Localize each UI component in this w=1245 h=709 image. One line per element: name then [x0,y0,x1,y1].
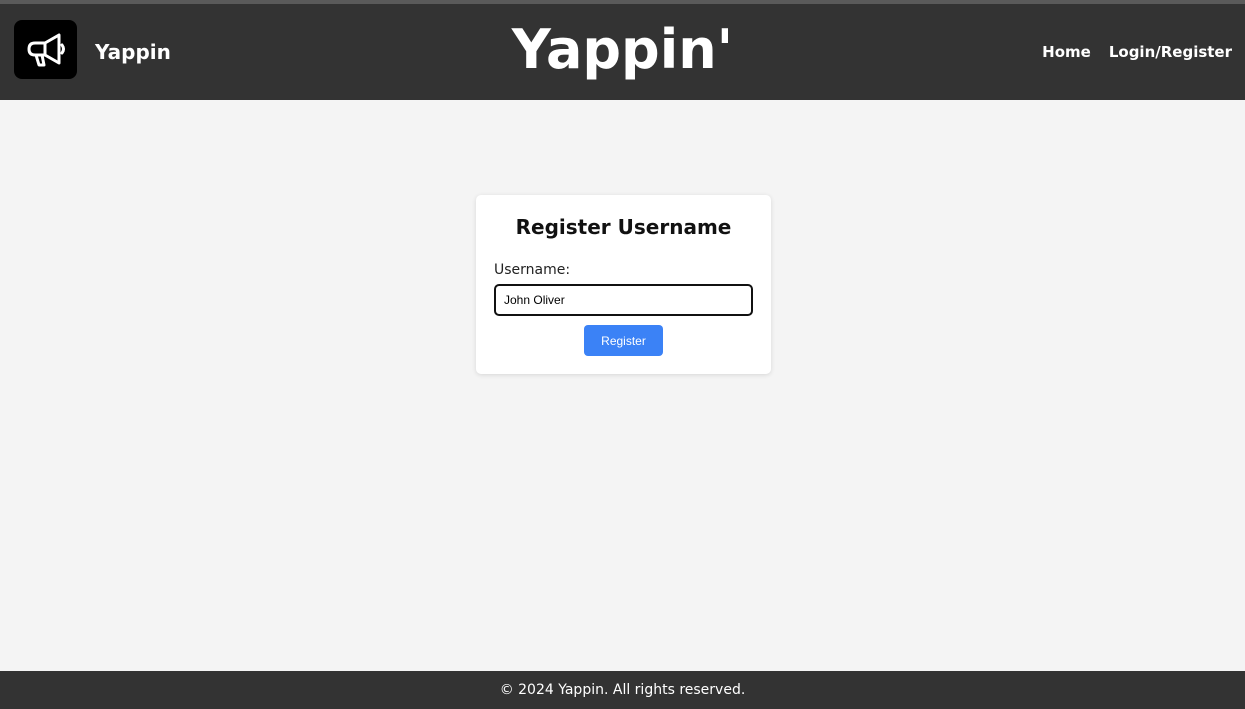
brand-name[interactable]: Yappin [95,40,171,64]
register-card: Register Username Username: Register [476,195,771,374]
nav-link-login-register[interactable]: Login/Register [1109,43,1232,61]
username-label: Username: [494,262,571,278]
site-logo[interactable] [14,20,77,79]
main-nav: Home Login/Register [1042,43,1232,61]
megaphone-icon [27,33,65,66]
copyright-text: © 2024 Yappin. All rights reserved. [499,682,746,698]
site-footer: © 2024 Yappin. All rights reserved. [0,671,1245,709]
site-header: Yappin Yappin' Home Login/Register [0,4,1245,100]
username-input[interactable] [494,284,753,316]
register-heading: Register Username [515,215,732,239]
register-button[interactable]: Register [584,325,663,356]
nav-link-home[interactable]: Home [1042,43,1091,61]
